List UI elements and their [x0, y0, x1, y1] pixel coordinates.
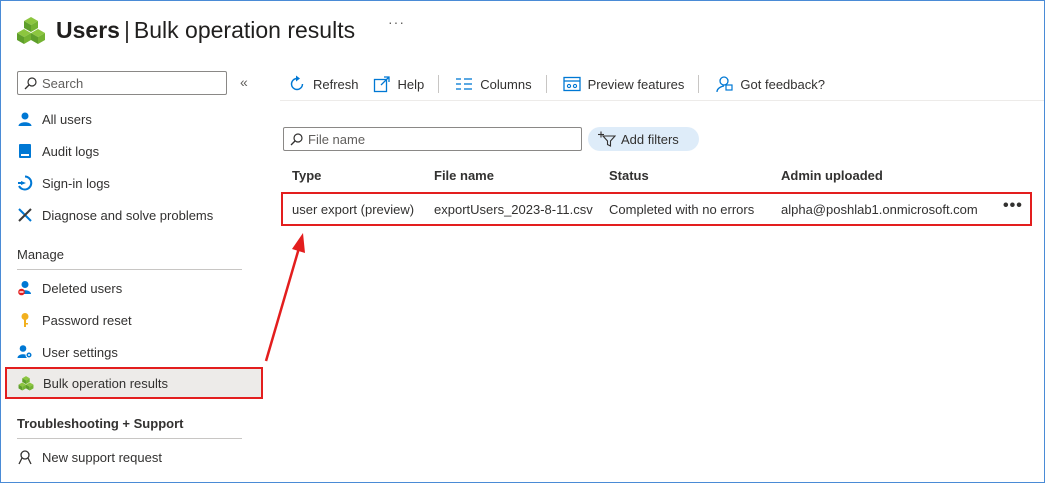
page-header: Users | Bulk operation results — [16, 10, 355, 50]
header-more-button[interactable]: ··· — [388, 14, 405, 30]
add-filters-label: Add filters — [621, 131, 679, 147]
column-header-type[interactable]: Type — [292, 168, 321, 183]
sidebar-item-diagnose[interactable]: Diagnose and solve problems — [6, 200, 262, 230]
user-settings-icon — [16, 343, 34, 361]
sidebar-divider — [17, 269, 242, 270]
sidebar-search-input[interactable]: Search — [17, 71, 227, 95]
sidebar-item-label: New support request — [42, 449, 162, 465]
sidebar-item-deleted-users[interactable]: Deleted users — [6, 273, 262, 303]
support-icon — [16, 448, 34, 466]
sidebar: Search « All users Audit logs Sign-in lo… — [0, 64, 263, 483]
sidebar-item-user-settings[interactable]: User settings — [6, 337, 262, 367]
sidebar-item-label: Bulk operation results — [43, 375, 169, 391]
page-title: Users | Bulk operation results — [56, 17, 355, 44]
sidebar-item-all-users[interactable]: All users — [6, 104, 262, 134]
title-main: Users — [56, 16, 120, 43]
column-header-status[interactable]: Status — [609, 168, 649, 183]
cell-status: Completed with no errors — [609, 202, 755, 217]
refresh-label: Refresh — [313, 76, 359, 92]
sidebar-item-label: Sign-in logs — [42, 175, 110, 191]
sidebar-item-bulk-operation-results[interactable]: Bulk operation results — [5, 367, 263, 399]
column-header-admin-uploaded[interactable]: Admin uploaded — [781, 168, 883, 183]
sign-in-icon — [16, 174, 34, 192]
preview-features-button[interactable]: Preview features — [562, 76, 685, 92]
sidebar-item-label: Password reset — [42, 312, 132, 328]
title-sub: Bulk operation results — [133, 16, 356, 43]
sidebar-item-password-reset[interactable]: Password reset — [6, 305, 262, 335]
title-separator: | — [123, 16, 130, 43]
audit-log-icon — [16, 142, 34, 160]
toolbar-divider-line — [280, 100, 1044, 101]
sidebar-item-label: User settings — [42, 344, 118, 360]
cell-type: user export (preview) — [292, 202, 415, 217]
toolbar-divider — [698, 75, 700, 93]
columns-icon — [456, 78, 473, 90]
add-filter-icon — [598, 131, 616, 147]
toolbar-divider — [438, 75, 440, 93]
file-name-filter-input[interactable]: File name — [283, 127, 582, 151]
feedback-button[interactable]: Got feedback? — [715, 75, 825, 93]
command-bar: Refresh Help Columns Preview features Go… — [288, 72, 839, 96]
sidebar-search-placeholder: Search — [42, 75, 84, 91]
preview-features-label: Preview features — [587, 76, 685, 92]
help-label: Help — [397, 76, 425, 92]
search-icon — [24, 76, 37, 89]
sidebar-item-label: Diagnose and solve problems — [42, 207, 214, 223]
collapse-sidebar-button[interactable]: « — [240, 74, 248, 90]
section-troubleshooting: Troubleshooting + Support — [17, 416, 184, 431]
sidebar-item-label: Deleted users — [42, 280, 123, 296]
cell-admin-uploaded: alpha@poshlab1.onmicrosoft.com — [781, 202, 978, 217]
refresh-button[interactable]: Refresh — [288, 75, 359, 93]
column-header-file-name[interactable]: File name — [434, 168, 494, 183]
key-icon — [16, 311, 34, 329]
add-filters-button[interactable]: Add filters — [588, 127, 699, 151]
user-icon — [16, 110, 34, 128]
section-manage: Manage — [17, 247, 64, 262]
sidebar-divider — [17, 438, 242, 439]
feedback-icon — [716, 76, 734, 93]
deleted-user-icon — [16, 279, 34, 297]
search-icon — [290, 132, 303, 145]
cell-file-name[interactable]: exportUsers_2023-8-11.csv — [434, 202, 593, 217]
sidebar-item-label: All users — [42, 111, 92, 127]
columns-label: Columns — [480, 76, 532, 92]
toolbar-divider — [545, 75, 547, 93]
feedback-label: Got feedback? — [740, 76, 825, 92]
external-link-icon — [373, 76, 390, 93]
help-button[interactable]: Help — [373, 75, 425, 93]
preview-features-icon — [562, 76, 581, 92]
sidebar-item-label: Audit logs — [42, 143, 100, 159]
bulk-results-logo-icon — [17, 17, 45, 44]
sidebar-item-sign-in-logs[interactable]: Sign-in logs — [6, 168, 262, 198]
bulk-results-icon — [17, 374, 35, 392]
sidebar-item-audit-logs[interactable]: Audit logs — [6, 136, 262, 166]
row-more-actions-button[interactable]: ••• — [1003, 197, 1023, 215]
refresh-icon — [290, 75, 304, 91]
sidebar-item-new-support-request[interactable]: New support request — [6, 442, 262, 472]
file-name-placeholder: File name — [308, 131, 366, 147]
wrench-icon — [16, 206, 34, 224]
columns-button[interactable]: Columns — [455, 76, 532, 92]
